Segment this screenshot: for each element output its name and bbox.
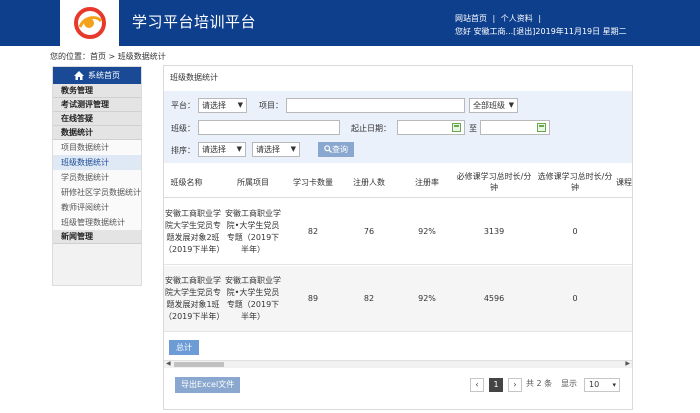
table-header: 班级名称 所属项目 学习卡数量 注册人数 注册率 必修课学习总时长/分钟 选修课… (164, 166, 632, 198)
date-separator: 至 (469, 124, 477, 133)
platform-select-value: 请选择 (202, 101, 226, 110)
cell-reg-rate: 92% (418, 294, 436, 303)
divider: | (538, 14, 542, 23)
col-registered: 注册人数 (353, 177, 385, 187)
sort-select-2-value: 请选择 (256, 145, 280, 154)
col-project: 所属项目 (237, 177, 269, 187)
project-class-select-value: 全部班级 (473, 101, 505, 110)
col-required-time: 必修课学习总时长/分钟 (456, 172, 532, 192)
greeting[interactable]: 您好 安徽工商...[退出] (455, 27, 535, 36)
class-input[interactable] (198, 120, 340, 135)
chevron-down-icon: ▼ (237, 101, 243, 109)
total-button[interactable]: 总计 (169, 340, 199, 355)
sidebar-group-qa[interactable]: 在线答疑 (53, 112, 141, 126)
pager-total: 共 2 条 (526, 379, 553, 388)
table-row: 安徽工商职业学院大学生党员专题发展对象2班（2019下半年） 安徽工商职业学院•… (164, 199, 632, 265)
col-course: 课程 (616, 177, 632, 187)
platform-label: 平台： (171, 101, 195, 110)
export-excel-button[interactable]: 导出Excel文件 (175, 377, 241, 393)
query-button[interactable]: 查询 (318, 142, 354, 157)
cell-registered: 82 (363, 294, 375, 303)
scroll-right-icon[interactable]: ▶ (625, 360, 630, 367)
cell-card-count: 82 (307, 227, 319, 236)
cell-class-name: 安徽工商职业学院大学生党员专题发展对象2班（2019下半年） (164, 209, 225, 254)
end-date-input[interactable] (480, 120, 550, 135)
sort-select-2[interactable]: 请选择 ▼ (252, 142, 300, 157)
sidebar-home[interactable]: 系统首页 (53, 67, 141, 84)
platform-select[interactable]: 请选择 ▼ (198, 98, 247, 113)
page-size-value: 10 (589, 380, 600, 389)
panel-title: 班级数据统计 (170, 73, 218, 82)
sidebar-item-student-stats[interactable]: 学员数据统计 (53, 170, 141, 185)
cell-reg-rate: 92% (418, 227, 436, 236)
sidebar-item-classmgmt-stats[interactable]: 班级管理数据统计 (53, 215, 141, 230)
cell-required-time: 4596 (483, 294, 505, 303)
calendar-icon[interactable] (537, 123, 546, 132)
col-class-name: 班级名称 (170, 177, 203, 187)
class-label: 班级： (171, 124, 195, 133)
home-icon (74, 71, 84, 80)
sidebar: 系统首页 教务管理 考试测评管理 在线答疑 数据统计 项目数据统计 班级数据统计… (52, 66, 142, 286)
app-title: 学习平台培训平台 (132, 13, 257, 31)
col-elective-time: 选修课学习总时长/分钟 (537, 172, 613, 192)
project-label: 项目： (259, 101, 283, 110)
sidebar-item-community-stats[interactable]: 研修社区学员数据统计 (53, 185, 141, 200)
prev-page-button[interactable]: ‹ (470, 378, 484, 392)
sidebar-item-class-stats[interactable]: 班级数据统计 (53, 155, 141, 170)
col-card-count: 学习卡数量 (293, 177, 333, 187)
scrollbar-thumb[interactable] (174, 362, 224, 367)
sidebar-home-label: 系统首页 (88, 71, 120, 80)
sidebar-group-exam[interactable]: 考试测评管理 (53, 98, 141, 112)
chevron-down-icon: ▾ (612, 381, 616, 389)
search-icon (324, 145, 332, 153)
start-date-input[interactable] (397, 120, 465, 135)
calendar-icon[interactable] (452, 123, 461, 132)
profile-link[interactable]: 个人资料 (501, 14, 533, 23)
chevron-down-icon: ▼ (236, 145, 242, 153)
cell-class-name: 安徽工商职业学院大学生党员专题发展对象1班（2019下半年） (164, 276, 225, 321)
sort-select-1[interactable]: 请选择 ▼ (198, 142, 246, 157)
page-size-select[interactable]: 10 ▾ (584, 378, 620, 392)
date-label: 起止日期： (351, 124, 391, 133)
sidebar-item-project-stats[interactable]: 项目数据统计 (53, 140, 141, 155)
cell-card-count: 89 (307, 294, 319, 303)
user-info: 您好 安徽工商...[退出]2019年11月19日 星期二 (455, 26, 627, 37)
logo-icon (74, 7, 106, 39)
filter-area: 平台： 请选择 ▼ 项目： 全部班级 ▼ 班级： 起止日期： 至 排序： 请选择… (164, 91, 632, 163)
sort-label: 排序： (171, 146, 195, 155)
table-row: 安徽工商职业学院大学生党员专题发展对象1班（2019下半年） 安徽工商职业学院•… (164, 266, 632, 332)
content-panel: 班级数据统计 平台： 请选择 ▼ 项目： 全部班级 ▼ 班级： 起止日期： 至 … (163, 65, 633, 410)
sort-select-1-value: 请选择 (202, 145, 226, 154)
project-class-select[interactable]: 全部班级 ▼ (469, 98, 518, 113)
logo (60, 0, 119, 46)
cell-registered: 76 (363, 227, 375, 236)
col-reg-rate: 注册率 (415, 177, 439, 187)
sidebar-group-academic[interactable]: 教务管理 (53, 84, 141, 98)
chevron-down-icon: ▼ (508, 101, 514, 109)
cell-elective-time: 0 (572, 294, 578, 303)
top-links: 网站首页 | 个人资料 | (455, 13, 544, 24)
cell-required-time: 3139 (483, 227, 505, 236)
page-number-current[interactable]: 1 (489, 378, 503, 392)
sidebar-item-review-stats[interactable]: 教师评阅统计 (53, 200, 141, 215)
cell-elective-time: 0 (572, 227, 578, 236)
pager-show-label: 显示 (561, 379, 577, 388)
next-page-button[interactable]: › (508, 378, 522, 392)
cell-project: 安徽工商职业学院•大学生党员专题（2019下半年） (225, 209, 281, 254)
breadcrumb: 您的位置：首页 > 班级数据统计 (50, 52, 166, 61)
sidebar-group-news[interactable]: 新闻管理 (53, 230, 141, 244)
horizontal-scrollbar[interactable]: ◀ ▶ (164, 360, 632, 368)
sidebar-group-stats[interactable]: 数据统计 (53, 126, 141, 140)
divider: | (492, 14, 496, 23)
cell-project: 安徽工商职业学院•大学生党员专题（2019下半年） (225, 276, 281, 321)
home-link[interactable]: 网站首页 (455, 14, 487, 23)
date-text: 2019年11月19日 星期二 (535, 27, 627, 36)
query-button-label: 查询 (332, 145, 348, 154)
project-input[interactable] (286, 98, 465, 113)
top-header: 学习平台培训平台 网站首页 | 个人资料 | 您好 安徽工商...[退出]201… (0, 0, 700, 46)
scroll-left-icon[interactable]: ◀ (166, 360, 171, 367)
chevron-down-icon: ▼ (290, 145, 296, 153)
